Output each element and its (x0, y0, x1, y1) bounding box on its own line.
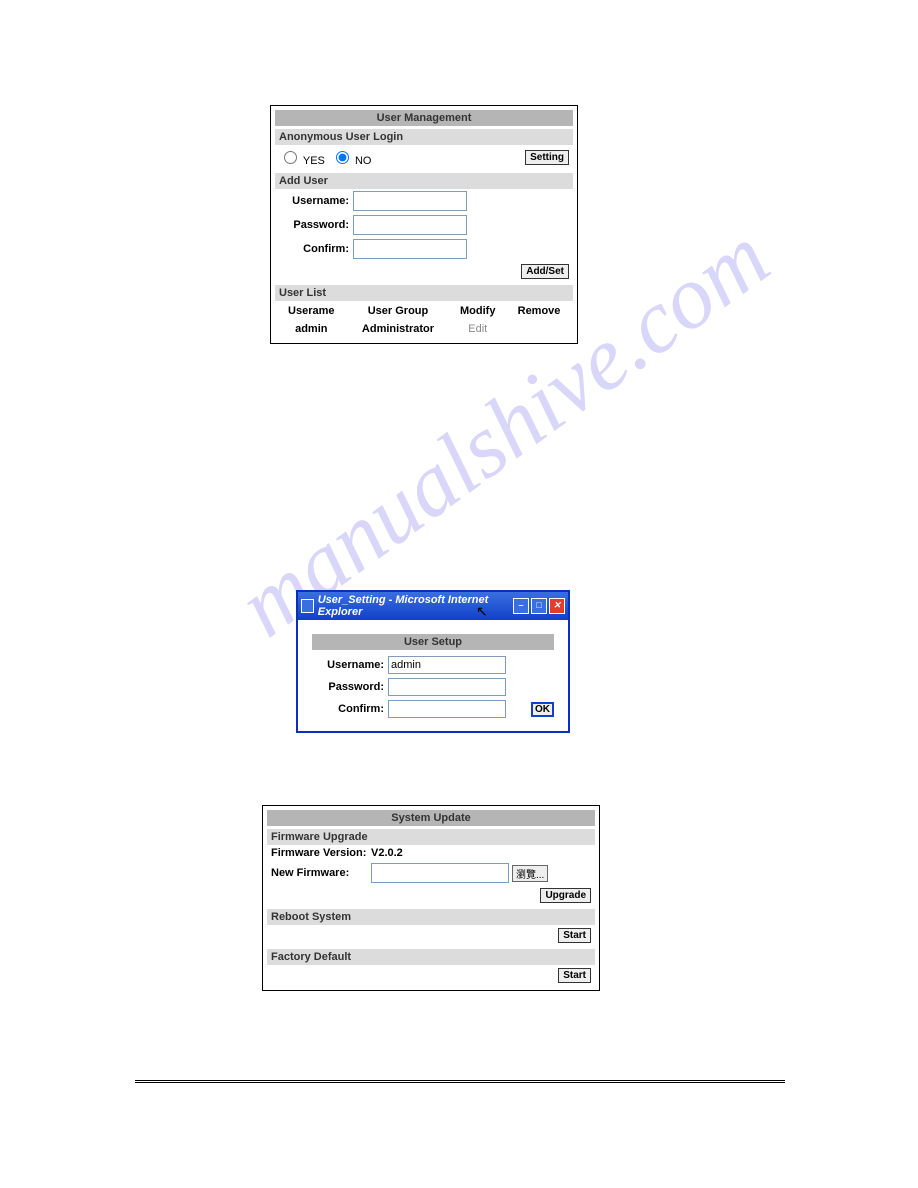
user-management-panel: User Management Anonymous User Login YES… (270, 105, 578, 344)
panel-title: User Management (275, 110, 573, 126)
upgrade-button[interactable]: Upgrade (540, 888, 591, 903)
section-firmware-upgrade: Firmware Upgrade (267, 829, 595, 845)
maximize-button[interactable]: □ (531, 598, 547, 614)
section-user-list: User List (275, 285, 573, 301)
cell-remove (507, 321, 571, 337)
d2-confirm-label: Confirm: (312, 703, 388, 715)
radio-no[interactable]: NO (331, 148, 372, 167)
user-setup-title: User Setup (312, 634, 554, 650)
confirm-input[interactable] (353, 239, 467, 259)
p3-title: System Update (267, 810, 595, 826)
cell-usergroup: Administrator (348, 321, 449, 337)
cursor-icon: ↖ (476, 603, 488, 620)
table-row: admin Administrator Edit (277, 321, 571, 337)
reboot-start-button[interactable]: Start (558, 928, 591, 943)
password-label: Password: (279, 219, 353, 231)
ie-icon (301, 599, 314, 613)
d2-password-input[interactable] (388, 678, 506, 696)
minimize-button[interactable]: – (513, 598, 529, 614)
username-input[interactable] (353, 191, 467, 211)
d2-username-label: Username: (312, 659, 388, 671)
col-remove: Remove (507, 303, 571, 319)
close-button[interactable]: ✕ (549, 598, 565, 614)
dialog-titlebar: User_Setting - Microsoft Internet Explor… (298, 592, 568, 620)
radio-yes-input[interactable] (284, 151, 297, 164)
cell-username: admin (277, 321, 346, 337)
new-fw-label: New Firmware: (271, 867, 371, 879)
addset-button[interactable]: Add/Set (521, 264, 569, 279)
radio-no-input[interactable] (336, 151, 349, 164)
d2-confirm-input[interactable] (388, 700, 506, 718)
d2-username-input[interactable] (388, 656, 506, 674)
ok-button[interactable]: OK (531, 702, 554, 717)
col-username: Userame (277, 303, 346, 319)
user-list-table: Userame User Group Modify Remove admin A… (275, 301, 573, 339)
fw-version-label: Firmware Version: (271, 847, 371, 859)
footer-divider (135, 1080, 785, 1083)
d2-password-label: Password: (312, 681, 388, 693)
radio-yes[interactable]: YES (279, 148, 325, 167)
section-add-user: Add User (275, 173, 573, 189)
col-usergroup: User Group (348, 303, 449, 319)
radio-no-label: NO (355, 155, 372, 167)
edit-link[interactable]: Edit (468, 323, 487, 335)
col-modify: Modify (450, 303, 505, 319)
factory-start-button[interactable]: Start (558, 968, 591, 983)
new-fw-input[interactable] (371, 863, 509, 883)
browse-button[interactable]: 瀏覽... (512, 865, 548, 882)
username-label: Username: (279, 195, 353, 207)
fw-version-value: V2.0.2 (371, 847, 403, 859)
confirm-label: Confirm: (279, 243, 353, 255)
section-anon-login: Anonymous User Login (275, 129, 573, 145)
setting-button[interactable]: Setting (525, 150, 569, 165)
section-reboot: Reboot System (267, 909, 595, 925)
user-setting-dialog: User_Setting - Microsoft Internet Explor… (296, 590, 570, 733)
section-factory-default: Factory Default (267, 949, 595, 965)
radio-yes-label: YES (303, 155, 325, 167)
system-update-panel: System Update Firmware Upgrade Firmware … (262, 805, 600, 991)
password-input[interactable] (353, 215, 467, 235)
